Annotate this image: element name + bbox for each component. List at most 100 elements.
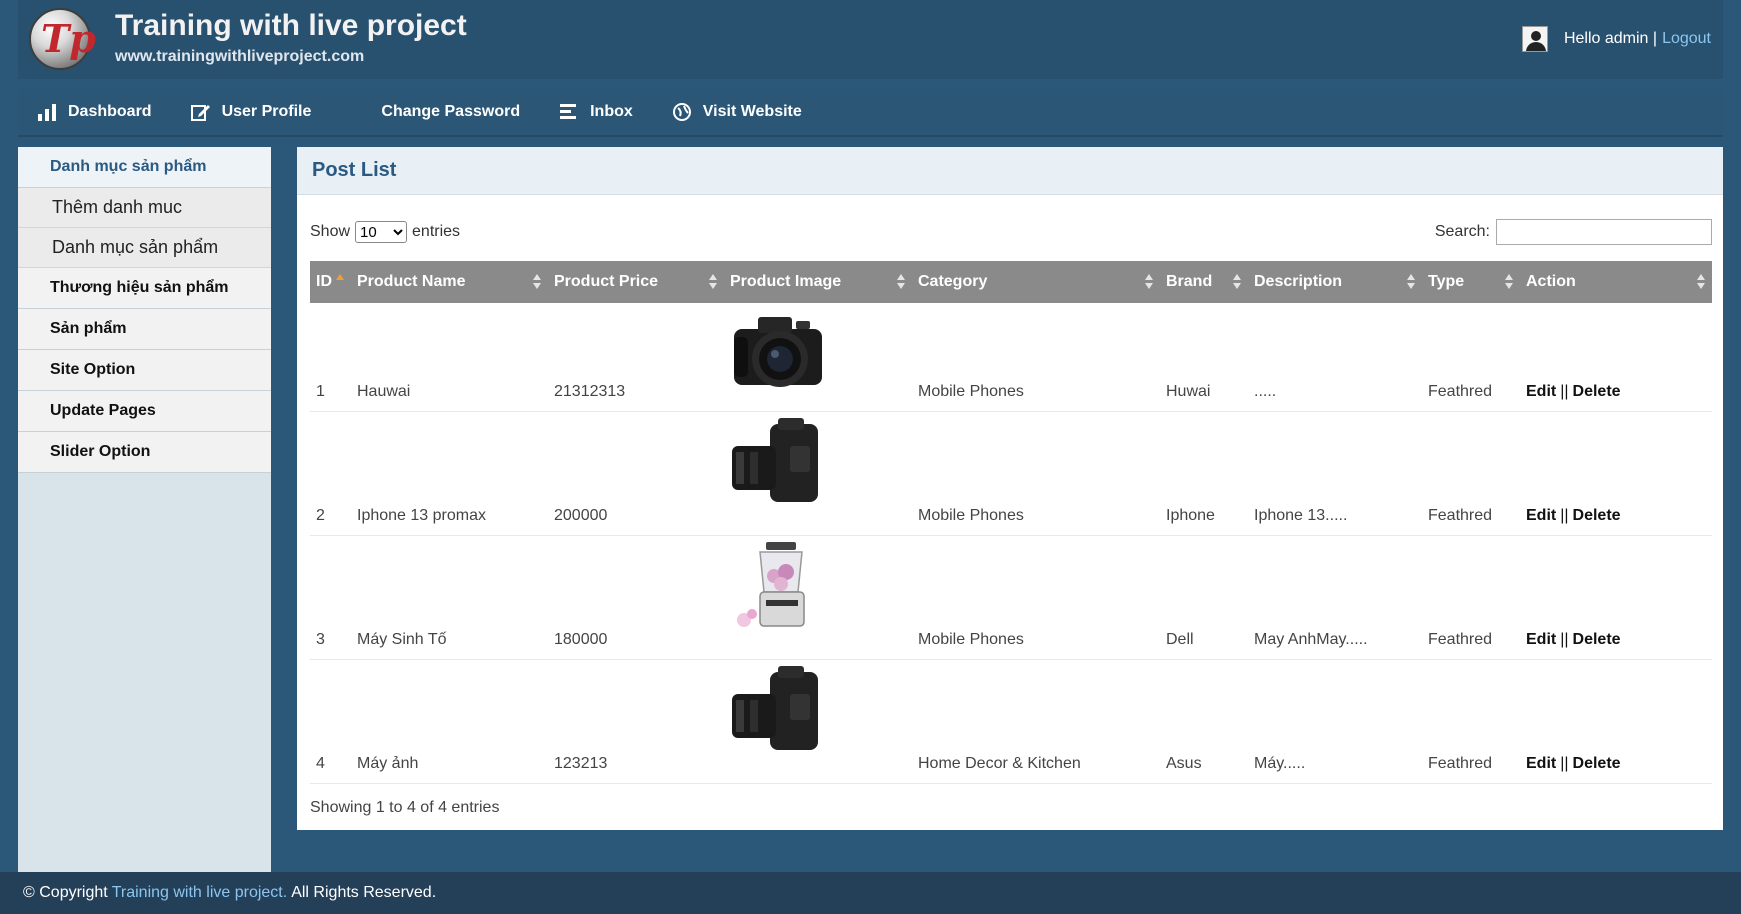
cell-brand: Huwai <box>1160 303 1248 412</box>
camera-side-image <box>732 665 818 750</box>
delete-link[interactable]: Delete <box>1573 507 1621 524</box>
edit-link[interactable]: Edit <box>1526 755 1556 772</box>
site-url: www.trainingwithliveproject.com <box>115 48 365 65</box>
column-header-category[interactable]: Category <box>912 261 1160 303</box>
nav-label: Visit Website <box>702 103 802 120</box>
cell-description: ..... <box>1248 303 1422 412</box>
sort-icon <box>1697 274 1706 290</box>
sort-icon <box>897 274 906 290</box>
column-header-product-name[interactable]: Product Name <box>351 261 548 303</box>
column-label: Action <box>1526 273 1576 290</box>
cell-type: Feathred <box>1422 411 1520 536</box>
nav-visit-website[interactable]: Visit Website <box>671 102 802 122</box>
action-separator: || <box>1560 754 1569 772</box>
globe-icon <box>671 102 693 122</box>
sort-icon <box>533 274 542 290</box>
column-header-brand[interactable]: Brand <box>1160 261 1248 303</box>
nav-inbox[interactable]: Inbox <box>558 102 633 122</box>
sidebar-item-brands[interactable]: Thương hiệu sản phẩm <box>18 268 271 309</box>
cell-id: 2 <box>310 411 351 536</box>
edit-icon <box>190 102 212 122</box>
logo-mark: Tp <box>41 16 96 61</box>
column-header-id[interactable]: ID <box>310 261 351 303</box>
list-icon <box>558 102 580 122</box>
nav-label: User Profile <box>221 103 312 120</box>
user-area: Hello admin | Logout <box>1521 26 1711 52</box>
greeting-text: Hello admin | <box>1563 30 1658 47</box>
cell-id: 4 <box>310 659 351 784</box>
sidebar-subitem-add-category[interactable]: Thêm danh muc <box>18 188 271 228</box>
delete-link[interactable]: Delete <box>1573 755 1621 772</box>
sort-icon <box>709 274 718 290</box>
main-nav: Dashboard User Profile Change Password I… <box>18 89 1723 137</box>
cell-type: Feathred <box>1422 659 1520 784</box>
search-input[interactable] <box>1496 219 1712 245</box>
logout-link[interactable]: Logout <box>1662 30 1711 48</box>
column-header-action[interactable]: Action <box>1520 261 1712 303</box>
cell-action: Edit || Delete <box>1520 659 1712 784</box>
sort-icon <box>1233 274 1242 290</box>
footer-brand-link[interactable]: Training with live project. <box>112 884 287 902</box>
action-separator: || <box>1560 506 1569 524</box>
table-info: Showing 1 to 4 of 4 entries <box>310 799 500 816</box>
sidebar-item-slider-option[interactable]: Slider Option <box>18 432 271 473</box>
action-separator: || <box>1560 382 1569 400</box>
column-header-description[interactable]: Description <box>1248 261 1422 303</box>
cell-product-name: Máy Sinh Tố <box>351 535 548 660</box>
sidebar-item-update-pages[interactable]: Update Pages <box>18 391 271 432</box>
bar-chart-icon <box>36 102 58 122</box>
site-title: Training with live project <box>115 9 467 42</box>
top-header: Tp Training with live project www.traini… <box>18 0 1723 79</box>
nav-label: Dashboard <box>68 103 152 120</box>
column-label: Category <box>918 273 988 290</box>
edit-link[interactable]: Edit <box>1526 507 1556 524</box>
column-header-type[interactable]: Type <box>1422 261 1520 303</box>
nav-user-profile[interactable]: User Profile <box>190 102 312 122</box>
delete-link[interactable]: Delete <box>1573 383 1621 400</box>
cell-description: Máy..... <box>1248 659 1422 784</box>
panel-title: Post List <box>312 159 397 181</box>
cell-image <box>724 303 912 412</box>
sort-icon <box>1145 274 1154 290</box>
cell-category: Home Decor & Kitchen <box>912 659 1160 784</box>
cell-brand: Asus <box>1160 659 1248 784</box>
nav-label: Change Password <box>381 103 521 120</box>
cell-brand: Dell <box>1160 535 1248 660</box>
column-header-product-price[interactable]: Product Price <box>548 261 724 303</box>
site-logo[interactable]: Tp <box>29 8 96 70</box>
sidebar: Danh mục sản phẩm Thêm danh muc Danh mục… <box>18 147 271 872</box>
copyright-prefix: © Copyright <box>23 884 108 901</box>
column-label: Description <box>1254 273 1343 290</box>
entries-select[interactable]: 10 <box>355 221 408 243</box>
cell-action: Edit || Delete <box>1520 411 1712 536</box>
cell-image <box>724 411 912 536</box>
show-label: Show <box>310 223 351 240</box>
sidebar-item-products[interactable]: Sản phẩm <box>18 309 271 350</box>
cell-image <box>724 659 912 784</box>
table-row: 4 Máy ảnh 123213 Home Decor & Kitchen As… <box>310 659 1712 784</box>
search-control: Search: <box>1435 219 1712 245</box>
user-avatar-icon <box>1521 26 1548 52</box>
action-separator: || <box>1560 630 1569 648</box>
cell-category: Mobile Phones <box>912 535 1160 660</box>
cell-price: 123213 <box>548 659 724 784</box>
nav-label: Inbox <box>590 103 633 120</box>
nav-change-password[interactable]: Change Password <box>349 102 520 122</box>
footer: © Copyright Training with live project. … <box>0 872 1741 914</box>
delete-link[interactable]: Delete <box>1573 631 1621 648</box>
key-icon <box>349 102 371 122</box>
column-header-product-image[interactable]: Product Image <box>724 261 912 303</box>
nav-dashboard[interactable]: Dashboard <box>36 102 152 122</box>
sidebar-item-categories[interactable]: Danh mục sản phẩm <box>18 147 271 188</box>
column-label: Brand <box>1166 273 1213 290</box>
edit-link[interactable]: Edit <box>1526 631 1556 648</box>
post-table: ID Product Name Product Price Product Im… <box>310 261 1712 784</box>
sidebar-item-site-option[interactable]: Site Option <box>18 350 271 391</box>
sort-asc-icon <box>336 274 345 290</box>
table-header-row: ID Product Name Product Price Product Im… <box>310 261 1712 303</box>
edit-link[interactable]: Edit <box>1526 383 1556 400</box>
entries-label: entries <box>412 223 461 240</box>
blender-image <box>737 541 805 627</box>
search-label: Search: <box>1434 223 1490 240</box>
sidebar-subitem-category-list[interactable]: Danh mục sản phẩm <box>18 228 271 268</box>
